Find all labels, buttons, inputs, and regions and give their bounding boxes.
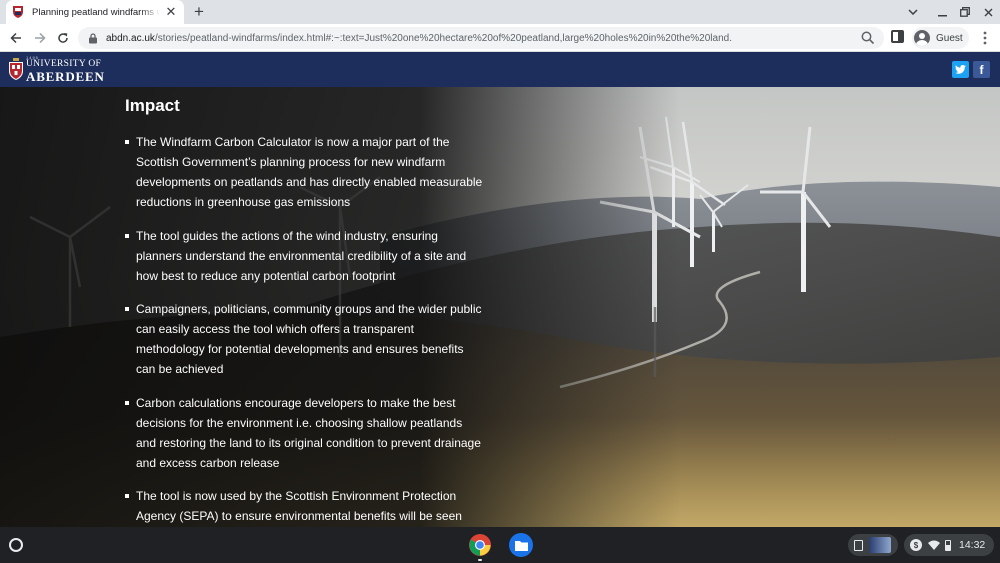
clock: 14:32 [959,539,986,551]
more-menu-icon[interactable] [976,28,994,48]
url-path: /stories/peatland-windfarms/index.html#:… [154,32,732,44]
restore-icon[interactable] [954,2,976,22]
impact-section: Impact The Windfarm Carbon Calculator is… [125,96,485,527]
plus-icon[interactable]: + [189,2,209,22]
tab-title: Planning peatland windfarms w [32,6,160,18]
section-heading: Impact [125,96,180,115]
side-panel-icon[interactable] [891,30,904,43]
list-item: Carbon calculations encourage developers… [125,393,485,473]
minimize-icon[interactable] [931,2,953,22]
crest-icon [9,58,23,81]
status-tray[interactable]: $ 14:32 [904,534,994,556]
holding-space[interactable] [848,534,898,556]
site-header: 1495 UNIVERSITY OF ABERDEEN f [0,52,1000,87]
dollar-icon: $ [910,539,922,551]
url-text: abdn.ac.uk/stories/peatland-windfarms/in… [106,33,732,44]
avatar [914,30,930,46]
profile-button[interactable]: Guest [912,27,969,49]
list-item: The Windfarm Carbon Calculator is now a … [125,132,485,212]
facebook-icon[interactable]: f [973,61,990,78]
document-icon [854,539,863,551]
close-icon[interactable]: ✕ [164,4,178,19]
tab-strip: Planning peatland windfarms w ✕ + [0,0,1000,24]
aberdeen-crest-icon [12,6,24,18]
screenshot-thumbnail [869,537,891,553]
url-domain: abdn.ac.uk [106,32,155,44]
battery-icon [945,539,951,551]
close-window-icon[interactable] [977,2,999,22]
logo-line2: ABERDEEN [26,68,105,84]
chevron-down-icon[interactable] [902,2,924,22]
back-arrow-icon[interactable] [6,28,26,48]
list-item: The tool is now used by the Scottish Env… [125,486,485,527]
wifi-icon [928,540,940,550]
os-shelf: $ 14:32 [0,527,1000,563]
reload-icon[interactable] [53,28,73,48]
browser-tab[interactable]: Planning peatland windfarms w ✕ [6,0,184,24]
files-icon[interactable] [509,533,533,557]
list-item: Campaigners, politicians, community grou… [125,299,485,379]
impact-list: The Windfarm Carbon Calculator is now a … [125,132,485,527]
chrome-icon[interactable] [468,533,492,557]
profile-name: Guest [936,32,963,44]
facebook-glyph: f [979,62,984,77]
zoom-icon[interactable] [860,30,876,46]
browser-toolbar: abdn.ac.uk/stories/peatland-windfarms/in… [0,24,1000,52]
launcher-icon[interactable] [9,538,23,552]
list-item: The tool guides the actions of the wind … [125,226,485,286]
address-bar[interactable]: abdn.ac.uk/stories/peatland-windfarms/in… [78,27,884,49]
web-page: 1495 UNIVERSITY OF ABERDEEN f Impact The… [0,52,1000,527]
lock-icon [89,32,97,43]
university-logo[interactable]: 1495 UNIVERSITY OF ABERDEEN [8,56,105,83]
forward-arrow-icon[interactable] [30,28,50,48]
twitter-icon[interactable] [952,61,969,78]
running-indicator [478,559,482,561]
